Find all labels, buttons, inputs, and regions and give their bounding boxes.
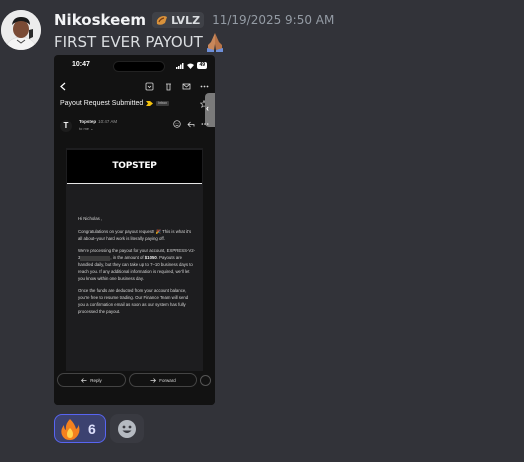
sender-row: T Topstep 10:47 AM to me ⌄ bbox=[60, 118, 215, 136]
more-options-icon bbox=[201, 123, 209, 125]
mail-toolbar bbox=[54, 82, 215, 94]
dynamic-island bbox=[113, 61, 165, 72]
email-paragraph-balance: Once the funds are deducted from your ac… bbox=[78, 288, 189, 314]
guild-tag-label: LVLZ bbox=[171, 13, 201, 27]
status-icons: 49 bbox=[176, 62, 207, 69]
sender-name-text: Topstep bbox=[79, 119, 97, 124]
para2-part-b: , in the amount of bbox=[110, 255, 145, 261]
folded-hands-icon bbox=[206, 33, 223, 52]
phone-status-bar: 10:47 49 bbox=[54, 61, 215, 73]
sender-avatar: T bbox=[60, 120, 72, 132]
reply-label: Reply bbox=[90, 377, 102, 383]
reply-button: Reply bbox=[57, 373, 126, 387]
emoji-react-icon bbox=[173, 120, 181, 128]
email-body: Hi Nicholas , Congratulations on your pa… bbox=[78, 216, 196, 322]
reaction-fire[interactable]: 6 bbox=[54, 414, 106, 443]
redacted-account-id bbox=[80, 255, 111, 261]
email-paragraph-congrats: Congratulations on your payout request! … bbox=[78, 228, 192, 241]
add-reaction-button[interactable] bbox=[110, 414, 144, 443]
reply-icon bbox=[81, 377, 87, 383]
sender-name: Topstep 10:47 AM bbox=[79, 119, 117, 124]
message-text: FIRST EVER PAYOUT bbox=[54, 33, 203, 51]
user-avatar[interactable] bbox=[1, 10, 41, 50]
topstep-logo: TOPSTEP bbox=[112, 161, 157, 171]
message-content: FIRST EVER PAYOUT bbox=[54, 32, 226, 52]
email-banner: TOPSTEP bbox=[67, 150, 202, 184]
author-name[interactable]: Nikoskeem bbox=[54, 11, 146, 29]
chevron-left-icon: ‹ bbox=[206, 103, 209, 113]
reaction-count: 6 bbox=[88, 420, 96, 437]
recipient-label: to me ⌄ bbox=[79, 126, 94, 131]
status-time: 10:47 bbox=[72, 61, 90, 68]
sender-time: 10:47 AM bbox=[98, 119, 118, 124]
mail-bottom-bar: Reply Forward bbox=[54, 371, 215, 405]
email-subject: Payout Request Submitted bbox=[60, 100, 144, 107]
archive-icon bbox=[145, 82, 154, 91]
back-arrow-icon bbox=[60, 82, 66, 91]
fire-icon bbox=[61, 418, 80, 440]
more-options-icon bbox=[200, 85, 209, 88]
payout-amount: $1050 bbox=[144, 255, 157, 261]
forward-icon bbox=[150, 377, 157, 383]
message-timestamp[interactable]: 11/19/2025 9:50 AM bbox=[212, 13, 334, 27]
guild-tag-icon bbox=[156, 15, 168, 25]
email-subject-row: Payout Request Submitted Inbox bbox=[60, 100, 169, 107]
recipient-text: to me bbox=[79, 126, 90, 131]
forward-button: Forward bbox=[129, 373, 197, 387]
email-paragraph-processing: We're processing the payout for your acc… bbox=[78, 248, 196, 282]
email-greeting: Hi Nicholas , bbox=[78, 216, 103, 221]
reply-icon bbox=[187, 121, 195, 128]
mail-icon bbox=[182, 83, 191, 90]
guild-tag[interactable]: LVLZ bbox=[152, 12, 205, 28]
importance-marker-icon bbox=[146, 101, 154, 106]
forward-label: Forward bbox=[159, 377, 176, 383]
inbox-label-chip: Inbox bbox=[156, 101, 169, 106]
signal-icon bbox=[176, 62, 184, 69]
image-attachment[interactable]: 10:47 49 Payout Request Submitted Inbox … bbox=[54, 55, 215, 405]
wifi-icon bbox=[187, 63, 195, 69]
delete-icon bbox=[166, 83, 171, 91]
battery-indicator: 49 bbox=[197, 62, 207, 69]
message-header: Nikoskeem LVLZ 11/19/2025 9:50 AM bbox=[54, 10, 334, 30]
sender-actions bbox=[173, 120, 209, 128]
add-reaction-icon bbox=[118, 419, 136, 438]
emoji-react-button bbox=[200, 375, 211, 386]
